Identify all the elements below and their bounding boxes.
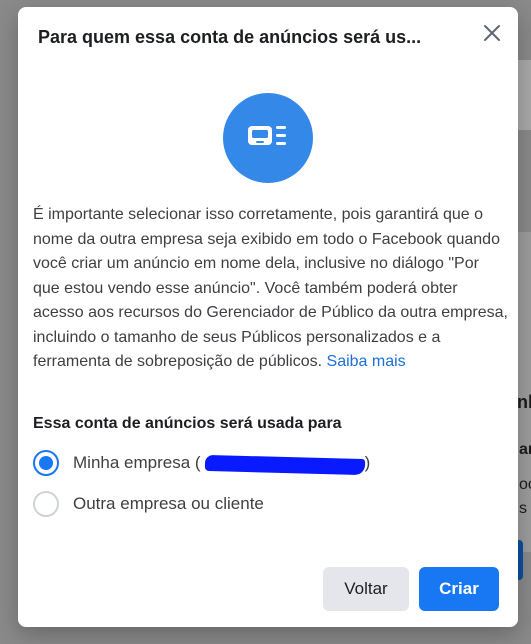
create-button[interactable]: Criar	[419, 567, 499, 611]
option-label: Outra empresa ou cliente	[73, 494, 264, 513]
learn-more-link[interactable]: Saiba mais	[327, 353, 406, 370]
background-text: s	[519, 500, 527, 517]
radio-other-business[interactable]	[33, 491, 59, 517]
dialog-title: Para quem essa conta de anúncios será us…	[38, 27, 422, 47]
close-button[interactable]	[480, 21, 504, 45]
usage-question: Essa conta de anúncios será usada para	[33, 415, 342, 432]
close-icon	[484, 25, 500, 41]
option-my-business[interactable]: Minha empresa ()	[33, 448, 370, 478]
back-button[interactable]: Voltar	[323, 567, 409, 611]
ad-account-icon	[248, 126, 286, 145]
description-text: É importante selecionar isso corretament…	[33, 206, 508, 370]
radio-my-business[interactable]	[33, 450, 59, 476]
option-label: Minha empresa ()	[73, 453, 370, 475]
option-other-business[interactable]: Outra empresa ou cliente	[33, 489, 264, 519]
background-text: ar	[519, 441, 531, 458]
background-text: oc	[519, 476, 531, 493]
ad-account-dialog: Para quem essa conta de anúncios será us…	[18, 7, 518, 627]
hero-badge	[223, 93, 313, 183]
background-heading: nh	[517, 392, 531, 412]
redacted-business-name	[204, 454, 365, 475]
dialog-description: É importante selecionar isso corretament…	[33, 203, 508, 375]
